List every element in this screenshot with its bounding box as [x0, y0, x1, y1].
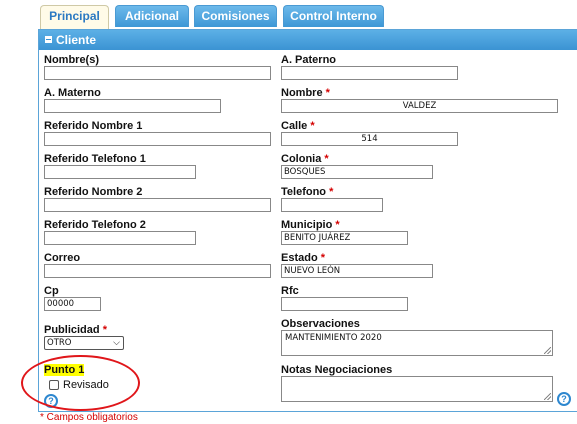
- tab-principal[interactable]: Principal: [40, 5, 109, 30]
- ref-tel1-label: Referido Telefono 1: [44, 153, 146, 165]
- ref-nombre2-input[interactable]: [44, 198, 271, 212]
- tab-control-interno[interactable]: Control Interno: [283, 5, 384, 27]
- tab-label: Control Interno: [290, 9, 377, 23]
- required-mark: *: [102, 324, 107, 336]
- cp-label: Cp: [44, 285, 59, 297]
- tab-label: Comisiones: [201, 9, 270, 23]
- correo-label: Correo: [44, 252, 81, 264]
- help-glyph: ?: [561, 394, 567, 404]
- nombre-label: Nombre *: [281, 87, 330, 99]
- resize-grip-icon[interactable]: [544, 393, 551, 400]
- help-circle-icon[interactable]: ?: [557, 392, 571, 406]
- nombre-label-text: Nombre: [281, 87, 323, 99]
- a-materno-input[interactable]: [44, 99, 221, 113]
- ref-nombre1-input[interactable]: [44, 132, 271, 146]
- colonia-label-text: Colonia: [281, 153, 322, 165]
- municipio-label: Municipio *: [281, 219, 340, 231]
- telefono-input[interactable]: [281, 198, 383, 212]
- calle-label: Calle *: [281, 120, 315, 132]
- required-mark: *: [324, 153, 329, 165]
- rfc-label: Rfc: [281, 285, 299, 297]
- calle-input[interactable]: 514: [281, 132, 458, 146]
- a-paterno-label: A. Paterno: [281, 54, 337, 66]
- tab-label: Principal: [49, 9, 100, 23]
- required-mark: *: [335, 219, 340, 231]
- tab-label: Adicional: [124, 9, 179, 23]
- ref-tel1-input[interactable]: [44, 165, 196, 179]
- chevron-down-icon: ⌵: [113, 338, 120, 348]
- nombres-label: Nombre(s): [44, 54, 100, 66]
- colonia-input[interactable]: BOSQUES: [281, 165, 433, 179]
- cp-input[interactable]: 00000: [44, 297, 101, 311]
- estado-label: Estado *: [281, 252, 325, 264]
- observaciones-label: Observaciones: [281, 318, 360, 330]
- publicidad-label-text: Publicidad: [44, 324, 100, 336]
- estado-label-text: Estado: [281, 252, 318, 264]
- rfc-input[interactable]: [281, 297, 408, 311]
- municipio-input[interactable]: BENITO JUÁREZ: [281, 231, 408, 245]
- required-mark: *: [310, 120, 315, 132]
- ref-tel2-input[interactable]: [44, 231, 196, 245]
- ref-nombre1-label: Referido Nombre 1: [44, 120, 143, 132]
- required-fields-note: * Campos obligatorios: [40, 412, 138, 423]
- a-paterno-input[interactable]: [281, 66, 458, 80]
- panel-title: Cliente: [56, 33, 97, 47]
- colonia-label: Colonia *: [281, 153, 329, 165]
- nombre-input[interactable]: VALDEZ: [281, 99, 558, 113]
- required-mark: *: [320, 252, 326, 264]
- notas-label: Notas Negociaciones: [281, 364, 393, 376]
- tab-adicional[interactable]: Adicional: [115, 5, 189, 27]
- observaciones-value: MANTENIMIENTO 2020: [285, 333, 382, 343]
- municipio-label-text: Municipio: [281, 219, 333, 231]
- tab-comisiones[interactable]: Comisiones: [194, 5, 277, 27]
- panel-header: Cliente: [39, 30, 577, 50]
- telefono-label-text: Telefono: [281, 186, 327, 198]
- observaciones-textarea[interactable]: MANTENIMIENTO 2020: [281, 330, 553, 356]
- nombres-input[interactable]: [44, 66, 271, 80]
- resize-grip-icon[interactable]: [544, 347, 551, 354]
- required-mark: *: [325, 87, 330, 99]
- required-mark: *: [329, 186, 334, 198]
- publicidad-select[interactable]: OTRO ⌵: [44, 336, 124, 350]
- ref-tel2-label: Referido Telefono 2: [44, 219, 146, 231]
- notas-textarea[interactable]: [281, 376, 553, 402]
- publicidad-value: OTRO: [47, 338, 72, 348]
- telefono-label: Telefono *: [281, 186, 333, 198]
- correo-input[interactable]: [44, 264, 271, 278]
- annotation-circle: [21, 355, 140, 411]
- ref-nombre2-label: Referido Nombre 2: [44, 186, 143, 198]
- publicidad-label: Publicidad *: [44, 324, 107, 336]
- a-materno-label: A. Materno: [44, 87, 101, 99]
- minus-square-icon[interactable]: [45, 36, 52, 43]
- estado-input[interactable]: NUEVO LEÓN: [281, 264, 433, 278]
- calle-label-text: Calle: [281, 120, 308, 132]
